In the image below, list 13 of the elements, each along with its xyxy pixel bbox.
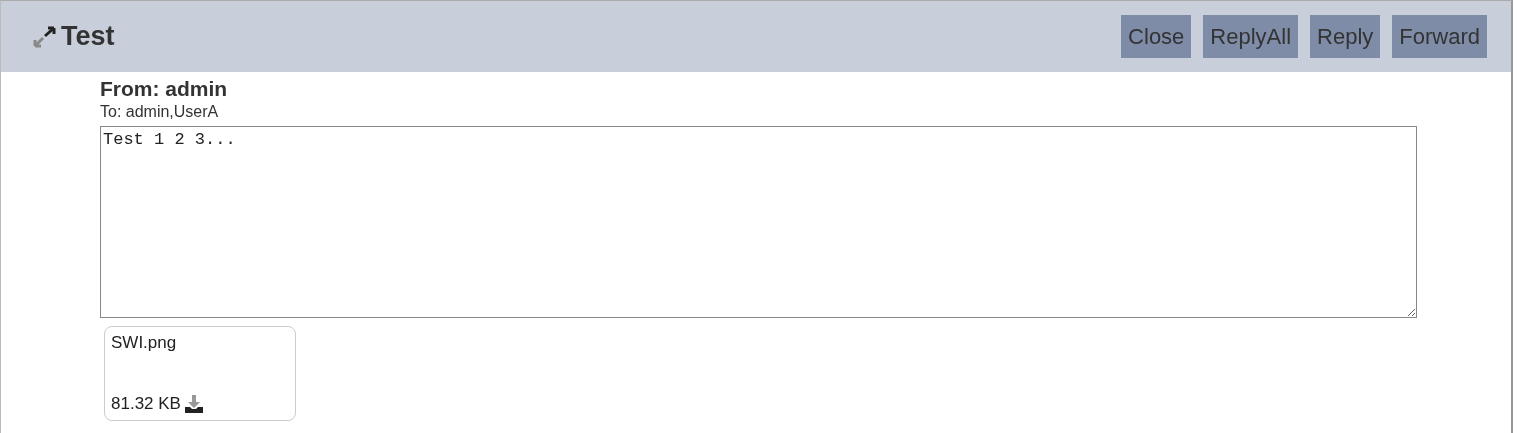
toolbar-button[interactable]: Reply bbox=[1310, 15, 1381, 58]
file-size: 81.32 KB bbox=[111, 394, 181, 414]
recipients-line: To: admin,UserA bbox=[100, 102, 220, 122]
expand-icon[interactable] bbox=[33, 25, 57, 48]
download-icon[interactable] bbox=[183, 394, 204, 414]
toolbar-button[interactable]: Forward bbox=[1392, 15, 1487, 58]
sender-line: From: admin bbox=[100, 76, 229, 102]
toolbar-button[interactable]: Close bbox=[1121, 15, 1192, 58]
message-body-field[interactable]: Test 1 2 3... bbox=[100, 126, 1417, 318]
attachment-card[interactable]: SWI.png 81.32 KB bbox=[104, 326, 296, 421]
toolbar-button[interactable]: ReplyAll bbox=[1203, 15, 1299, 58]
file-name: SWI.png bbox=[111, 333, 178, 353]
message-title: Test bbox=[61, 21, 115, 52]
